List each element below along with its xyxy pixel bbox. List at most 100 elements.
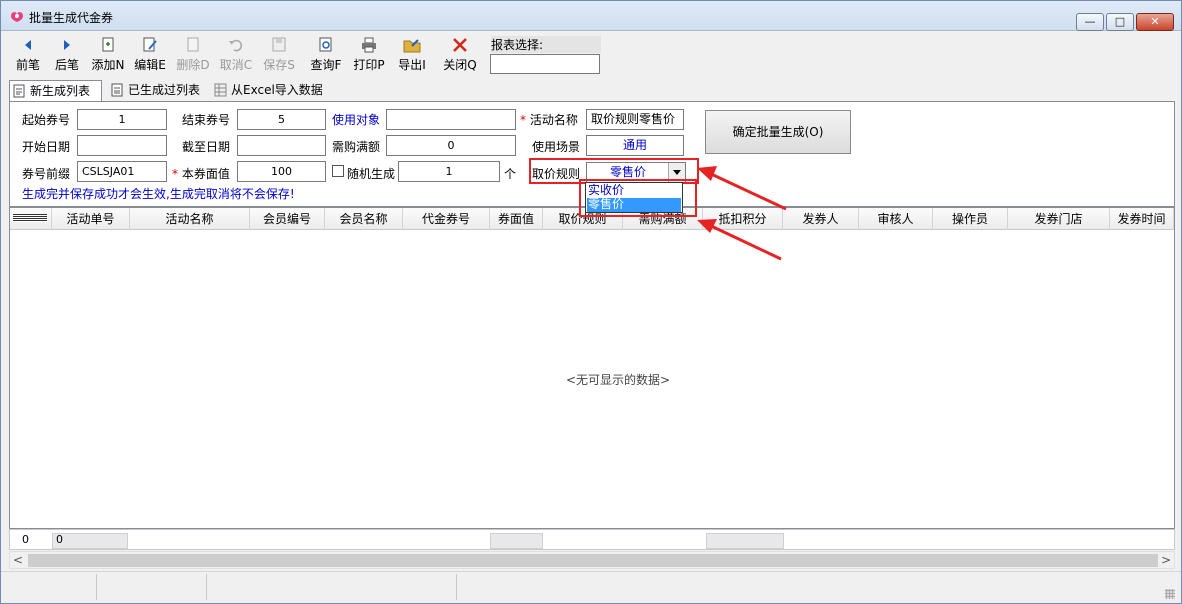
scene-label: 使用场景	[532, 140, 581, 154]
face-value-input[interactable]: 100	[237, 161, 326, 182]
min-purchase-input[interactable]: 0	[386, 135, 516, 156]
edit-icon	[143, 37, 157, 52]
close-button[interactable]: 关闭Q	[439, 36, 481, 76]
prefix-label: 券号前缀	[22, 167, 71, 181]
report-select-input[interactable]	[490, 54, 600, 74]
resize-grip-icon[interactable]	[1165, 589, 1175, 599]
prefix-input[interactable]: CSLSJA01	[77, 161, 167, 182]
footer-sum: 0	[56, 533, 63, 546]
title-bar: 批量生成代金券 — □ ✕	[1, 1, 1181, 31]
delete-button[interactable]: 删除D	[172, 36, 214, 76]
scroll-thumb[interactable]	[28, 554, 1158, 567]
footer-points-cell	[706, 533, 784, 549]
col-issue-time[interactable]: 发券时间	[1110, 208, 1174, 230]
activity-name-label: * 活动名称	[520, 111, 578, 128]
tab-excel-import-label: 从Excel导入数据	[231, 83, 323, 97]
random-generate-checkbox[interactable]	[332, 165, 344, 177]
edit-label: 编辑E	[134, 58, 166, 72]
end-date-label: 截至日期	[182, 140, 231, 154]
add-document-icon	[102, 37, 114, 52]
scene-input[interactable]: 通用	[586, 135, 684, 156]
grid-footer: 0 0	[9, 529, 1175, 550]
start-no-label: 起始券号	[22, 113, 71, 127]
search-icon	[319, 37, 332, 52]
report-select-label: 报表选择:	[491, 36, 601, 53]
edit-button[interactable]: 编辑E	[129, 36, 171, 76]
col-issuer[interactable]: 发券人	[783, 208, 859, 230]
main-window: 批量生成代金券 — □ ✕ 前笔 后笔 添加N 编辑E 删除D 取消C 保存S …	[0, 0, 1182, 604]
save-icon	[272, 37, 286, 52]
empty-grid-message: <无可显示的数据>	[566, 373, 671, 387]
col-coupon-no[interactable]: 代金券号	[403, 208, 490, 230]
cancel-label: 取消C	[219, 58, 253, 72]
random-count-input[interactable]: 1	[398, 161, 500, 182]
undo-icon	[229, 39, 243, 52]
export-label: 导出I	[398, 58, 426, 72]
horizontal-scrollbar[interactable]: < >	[9, 551, 1175, 569]
required-star: *	[520, 113, 526, 127]
row-indicator-column[interactable]	[10, 208, 52, 230]
status-divider	[206, 574, 207, 600]
delete-label: 删除D	[176, 58, 210, 72]
close-window-button[interactable]: ✕	[1136, 13, 1174, 31]
use-target-input[interactable]	[386, 109, 516, 130]
minimize-button[interactable]: —	[1076, 13, 1104, 31]
min-purchase-label: 需购满额	[332, 140, 381, 154]
tab-generated-list[interactable]: 已生成过列表	[108, 80, 206, 101]
window-title: 批量生成代金券	[29, 11, 114, 25]
save-label: 保存S	[263, 58, 295, 72]
random-unit: 个	[504, 167, 517, 181]
end-date-input[interactable]	[237, 135, 326, 156]
start-no-input[interactable]: 1	[77, 109, 167, 130]
scroll-left-icon[interactable]: <	[10, 552, 26, 568]
arrow-right-icon	[64, 40, 70, 50]
highlight-box-dropdown	[579, 179, 697, 217]
col-issue-store[interactable]: 发券门店	[1008, 208, 1110, 230]
use-target-label[interactable]: 使用对象	[332, 111, 380, 128]
col-member-no[interactable]: 会员编号	[250, 208, 325, 230]
add-label: 添加N	[91, 58, 125, 72]
tab-new-list[interactable]: 新生成列表	[9, 80, 102, 101]
export-button[interactable]: 导出I	[391, 36, 433, 76]
required-star: *	[172, 167, 178, 181]
annotation-arrows	[697, 166, 787, 261]
save-hint: 生成完并保存成功才会生效,生成完取消将不会保存!	[22, 187, 295, 201]
col-operator[interactable]: 操作员	[933, 208, 1008, 230]
list-icon	[111, 83, 123, 97]
col-reviewer[interactable]: 审核人	[859, 208, 933, 230]
col-member-name[interactable]: 会员名称	[325, 208, 403, 230]
footer-sum-cell	[52, 533, 128, 549]
footer-face-value-cell	[490, 533, 543, 549]
maximize-button[interactable]: □	[1106, 13, 1134, 31]
add-button[interactable]: 添加N	[87, 36, 129, 76]
end-no-label: 结束券号	[182, 113, 231, 127]
tab-new-list-label: 新生成列表	[30, 84, 91, 98]
cancel-button[interactable]: 取消C	[215, 36, 257, 76]
start-date-input[interactable]	[77, 135, 167, 156]
col-activity-no[interactable]: 活动单号	[52, 208, 130, 230]
activity-name-text: 活动名称	[529, 113, 578, 127]
end-no-input[interactable]: 5	[237, 109, 326, 130]
close-label: 关闭Q	[443, 58, 477, 72]
tab-excel-import[interactable]: 从Excel导入数据	[211, 80, 331, 101]
coupon-grid: 活动单号 活动名称 会员编号 会员名称 代金券号 券面值 取价规则 需购满额 抵…	[9, 207, 1175, 529]
row-indicator-icon	[13, 214, 47, 222]
activity-name-input[interactable]: 取价规则零售价	[586, 109, 684, 130]
col-activity-name[interactable]: 活动名称	[130, 208, 250, 230]
search-button[interactable]: 查询F	[305, 36, 347, 76]
col-face-value[interactable]: 券面值	[490, 208, 543, 230]
document-icon	[13, 84, 25, 98]
print-label: 打印P	[353, 58, 385, 72]
scroll-right-icon[interactable]: >	[1158, 552, 1174, 568]
next-record-button[interactable]: 后笔	[46, 36, 88, 76]
start-date-label: 开始日期	[22, 140, 71, 154]
tab-generated-list-label: 已生成过列表	[128, 83, 201, 97]
confirm-batch-generate-button[interactable]: 确定批量生成(O)	[705, 110, 851, 154]
delete-icon	[187, 37, 199, 52]
print-button[interactable]: 打印P	[348, 36, 390, 76]
face-value-label: * 本券面值	[172, 165, 230, 182]
spreadsheet-icon	[214, 83, 227, 97]
save-button[interactable]: 保存S	[258, 36, 300, 76]
arrow-left-icon	[25, 40, 31, 50]
prev-record-button[interactable]: 前笔	[7, 36, 49, 76]
